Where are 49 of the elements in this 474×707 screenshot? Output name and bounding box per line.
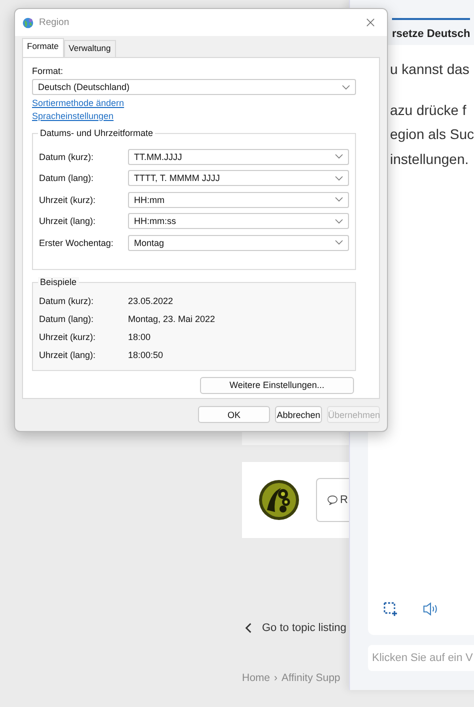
globe-icon bbox=[22, 16, 34, 28]
caret-icon bbox=[335, 154, 343, 159]
dialog-button[interactable]: OK bbox=[198, 406, 270, 423]
example-value: 18:00:50 bbox=[128, 350, 164, 360]
speech-bubble-icon bbox=[327, 495, 338, 505]
chevron-left-icon bbox=[245, 622, 252, 634]
input-field[interactable]: Klicken Sie auf ein V bbox=[368, 645, 474, 671]
caret-icon bbox=[335, 240, 343, 245]
caret-icon bbox=[335, 218, 343, 224]
translation-text: u kannst das bbox=[390, 60, 470, 79]
dialog-button[interactable]: Abbrechen bbox=[275, 406, 322, 423]
caret-icon bbox=[335, 176, 343, 180]
tab[interactable]: Verwaltung bbox=[64, 40, 116, 57]
tab[interactable]: Formate bbox=[22, 38, 64, 57]
field-label: Datum (lang): bbox=[39, 173, 95, 183]
format-dropdown[interactable]: Montag bbox=[128, 234, 349, 250]
example-label: Datum (kurz): bbox=[39, 296, 95, 306]
caret-icon bbox=[335, 197, 343, 202]
example-value: 18:00 bbox=[128, 332, 151, 342]
reply-button[interactable]: R bbox=[316, 478, 349, 522]
field-label: Datum (kurz): bbox=[39, 152, 95, 162]
link[interactable]: Sortiermethode ändern bbox=[32, 98, 124, 108]
format-label: Format: bbox=[32, 66, 64, 76]
example-label: Uhrzeit (kurz): bbox=[39, 332, 97, 342]
example-label: Uhrzeit (lang): bbox=[39, 350, 97, 360]
caret-icon bbox=[342, 84, 350, 90]
group-title: Beispiele bbox=[38, 276, 79, 286]
group-title: Datums- und Uhrzeitformate bbox=[38, 128, 156, 138]
example-value: 23.05.2022 bbox=[128, 296, 174, 306]
field-label: Erster Wochentag: bbox=[39, 238, 114, 248]
field-label: Uhrzeit (lang): bbox=[39, 216, 97, 226]
region-select-icon[interactable] bbox=[382, 601, 399, 617]
example-value: Montag, 23. Mai 2022 bbox=[128, 314, 216, 324]
close-icon[interactable] bbox=[366, 18, 375, 27]
format-dropdown[interactable]: TTTT, T. MMMM JJJJ bbox=[128, 170, 349, 186]
breadcrumb-separator: › bbox=[274, 672, 278, 684]
format-dropdown[interactable]: HH:mm bbox=[128, 192, 349, 208]
translator-tab[interactable]: rsetze Deutsch bbox=[392, 18, 470, 40]
window-title: Region bbox=[39, 17, 70, 28]
example-label: Datum (lang): bbox=[39, 314, 95, 324]
format-dropdown[interactable]: TT.MM.JJJJ bbox=[128, 148, 349, 164]
translation-text: azu drücke f egion als Suc instellungen. bbox=[390, 100, 474, 169]
link[interactable]: Spracheinstellungen bbox=[32, 111, 114, 121]
format-dropdown[interactable]: HH:mm:ss bbox=[128, 213, 349, 229]
back-link[interactable]: Go to topic listing bbox=[245, 622, 346, 634]
format-dropdown[interactable]: Deutsch (Deutschland) bbox=[32, 79, 356, 95]
more-settings-button[interactable]: Weitere Einstellungen... bbox=[200, 376, 354, 394]
speaker-icon[interactable] bbox=[422, 601, 439, 617]
field-label: Uhrzeit (kurz): bbox=[39, 194, 97, 204]
